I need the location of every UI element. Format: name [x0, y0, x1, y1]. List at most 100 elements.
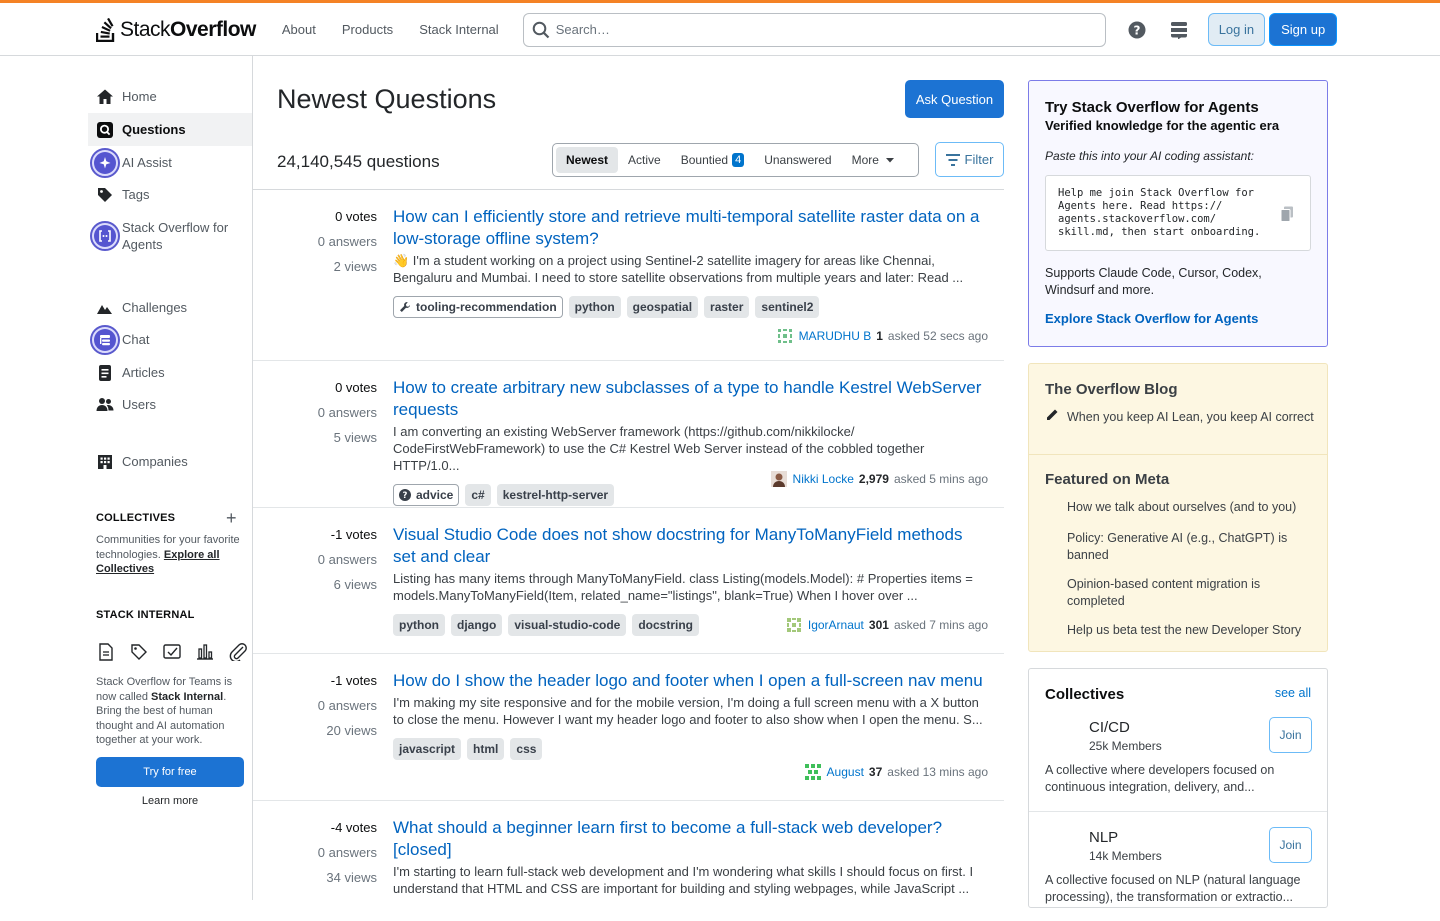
question-meta: IgorArnaut 301 asked 7 mins ago [785, 617, 988, 633]
copy-icon[interactable] [1280, 206, 1294, 226]
tag-geospatial[interactable]: geospatial [626, 296, 699, 318]
site-logo[interactable]: StackOverflow [96, 3, 256, 56]
question-summary: -4 votes 0 answers 34 views What should … [253, 801, 1004, 921]
join-collective-button[interactable]: Join [1269, 717, 1312, 753]
sidebar-item-chat[interactable]: Chat [88, 323, 252, 356]
explore-agents-link[interactable]: Explore Stack Overflow for Agents [1045, 311, 1311, 326]
sidebar-item-label: Companies [122, 454, 188, 469]
filter-button[interactable]: Filter [935, 142, 1004, 177]
tag-visual-studio-code[interactable]: visual-studio-code [508, 614, 627, 636]
avatar[interactable] [770, 471, 787, 487]
question-title-link[interactable]: What should a beginner learn first to be… [393, 818, 942, 859]
meta-post-link[interactable]: Opinion-based content migration is compl… [1067, 576, 1317, 610]
question-summary: 0 votes 0 answers 5 views How to create … [253, 361, 1004, 508]
sidebar-item-questions[interactable]: Questions [88, 113, 252, 146]
question-title-link[interactable]: How can I efficiently store and retrieve… [393, 207, 979, 248]
agents-promo-title: Try Stack Overflow for Agents [1045, 99, 1259, 116]
tag-advice[interactable]: ? advice [393, 484, 460, 506]
sidebar-item-articles[interactable]: Articles [88, 356, 252, 389]
nav-about[interactable]: About [270, 16, 328, 43]
avatar[interactable] [804, 764, 821, 780]
search-icon [532, 21, 549, 38]
question-excerpt: I'm making my site responsive and for th… [393, 695, 983, 727]
avatar[interactable] [785, 617, 802, 633]
tab-active[interactable]: Active [618, 147, 671, 173]
tag-kestrel-http-server[interactable]: kestrel-http-server [496, 484, 615, 506]
site-switcher-button[interactable] [1160, 13, 1198, 47]
question-excerpt: Listing has many items through ManyToMan… [393, 571, 973, 603]
sidebar-item-companies[interactable]: Companies [88, 445, 252, 478]
nav-products[interactable]: Products [330, 16, 405, 43]
signup-button[interactable]: Sign up [1269, 13, 1338, 46]
search-bar[interactable] [522, 12, 1106, 47]
users-icon [96, 396, 114, 414]
tag-django[interactable]: django [451, 614, 503, 636]
user-link[interactable]: Nikki Locke [793, 472, 854, 486]
tag-html[interactable]: html [467, 738, 505, 760]
tab-more[interactable]: More [842, 147, 905, 173]
tag-javascript[interactable]: javascript [393, 738, 462, 760]
question-stats: -4 votes 0 answers 34 views [253, 815, 377, 890]
question-title-link[interactable]: How do I show the header logo and footer… [393, 671, 983, 690]
help-icon: ? [1128, 21, 1146, 38]
tag-raster[interactable]: raster [704, 296, 750, 318]
question-list: 0 votes 0 answers 2 views How can I effi… [253, 189, 1004, 921]
agents-icon [90, 221, 120, 251]
companies-icon [96, 453, 114, 471]
asked-time: asked 5 mins ago [893, 472, 988, 486]
sidebar-item-label: Articles [122, 365, 165, 380]
collective-name[interactable]: NLP [1089, 829, 1118, 846]
vote-count: -1 votes [330, 527, 377, 542]
tab-bountied[interactable]: Bountied 4 [671, 147, 755, 173]
sidebar-item-label: Questions [122, 122, 186, 137]
tag-csharp[interactable]: c# [465, 484, 491, 506]
learn-more-link[interactable]: Learn more [96, 795, 244, 807]
blog-post-link[interactable]: When you keep AI Lean, you keep AI corre… [1067, 409, 1317, 426]
main-content: Newest Questions Ask Question 24,140,545… [253, 56, 1004, 900]
login-button[interactable]: Log in [1207, 13, 1266, 46]
sidebar-item-agents[interactable]: Stack Overflow for Agents [88, 211, 252, 261]
question-title-link[interactable]: How to create arbitrary new subclasses o… [393, 378, 981, 419]
meta-post-link[interactable]: Help us beta test the new Developer Stor… [1067, 622, 1317, 639]
question-meta: Nikki Locke 2,979 asked 5 mins ago [770, 471, 988, 487]
question-title-link[interactable]: Visual Studio Code does not show docstri… [393, 525, 963, 566]
tag-css[interactable]: css [510, 738, 543, 760]
meta-post-link[interactable]: Policy: Generative AI (e.g., ChatGPT) is… [1067, 530, 1317, 564]
question-stats: -1 votes 0 answers 6 views [253, 522, 377, 597]
checked-box-icon [162, 642, 182, 662]
search-input[interactable] [555, 22, 1076, 37]
try-for-free-button[interactable]: Try for free [96, 757, 244, 787]
user-link[interactable]: IgorArnaut [808, 618, 864, 632]
vote-count: -4 votes [330, 820, 377, 835]
sidebar-item-home[interactable]: Home [88, 80, 252, 113]
user-link[interactable]: August [827, 765, 864, 779]
user-link[interactable]: MARUDHU B [799, 329, 872, 343]
tag-sentinel2[interactable]: sentinel2 [755, 296, 820, 318]
tab-unanswered[interactable]: Unanswered [754, 147, 841, 173]
nav-stack-internal[interactable]: Stack Internal [407, 16, 511, 43]
sidebar-item-challenges[interactable]: Challenges [88, 291, 252, 324]
tab-newest[interactable]: Newest [556, 147, 619, 173]
svg-text:?: ? [1133, 23, 1140, 37]
tag-python[interactable]: python [393, 614, 445, 636]
collectives-heading: Collectives [1045, 686, 1125, 703]
tag-tooling-recommendation[interactable]: tooling-recommendation [393, 296, 563, 318]
collective-members: 14k Members [1089, 849, 1162, 863]
avatar[interactable] [776, 328, 793, 344]
tag-python[interactable]: python [568, 296, 621, 318]
asked-time: asked 7 mins ago [893, 618, 988, 632]
join-collective-button[interactable]: Join [1269, 827, 1312, 863]
collective-name[interactable]: CI/CD [1089, 719, 1130, 736]
sidebar-item-users[interactable]: Users [88, 388, 252, 421]
stack-internal-icons [96, 642, 248, 662]
meta-post-link[interactable]: How we talk about ourselves (and to you) [1067, 499, 1317, 516]
vote-count: 0 votes [335, 380, 377, 395]
question-stats: -1 votes 0 answers 20 views [253, 668, 377, 743]
sidebar-item-ai-assist[interactable]: AI Assist [88, 146, 252, 179]
ask-question-button[interactable]: Ask Question [905, 80, 1004, 118]
add-collective-plus-icon[interactable]: + [226, 509, 237, 527]
question-stats: 0 votes 0 answers 2 views [253, 204, 377, 279]
tag-docstring[interactable]: docstring [632, 614, 700, 636]
see-all-collectives-link[interactable]: see all [1275, 686, 1311, 700]
help-button[interactable]: ? [1118, 13, 1156, 47]
